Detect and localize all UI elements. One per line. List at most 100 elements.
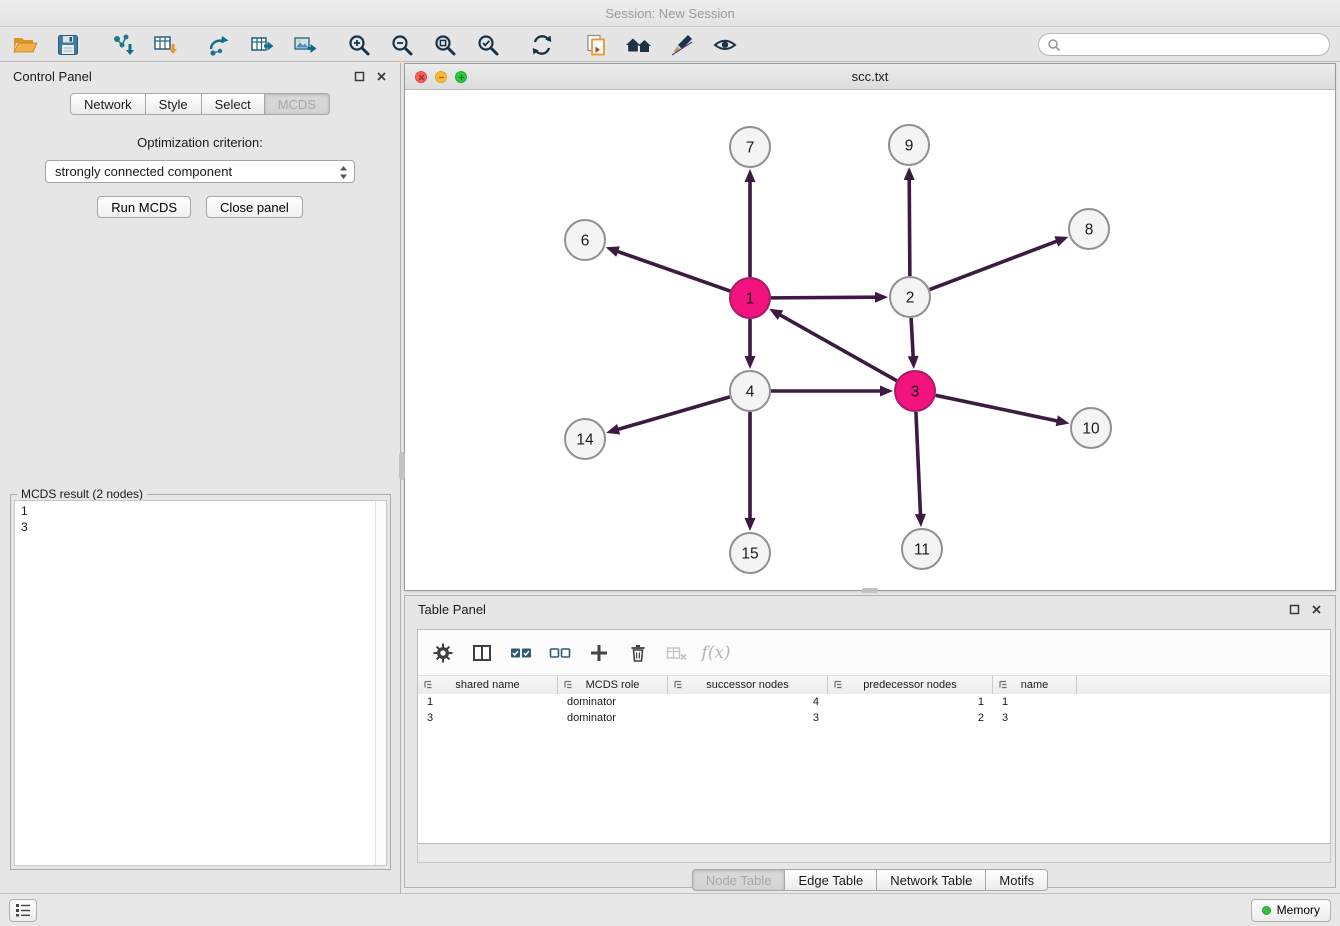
criterion-dropdown[interactable]: strongly connected component: [45, 160, 355, 183]
control-tab-select[interactable]: Select: [202, 93, 265, 115]
result-scrollbar[interactable]: [375, 501, 386, 865]
table-tab-edge-table[interactable]: Edge Table: [785, 869, 877, 891]
column-options-icon[interactable]: [673, 679, 684, 690]
home-button[interactable]: [624, 31, 654, 59]
minimize-window-icon[interactable]: [435, 71, 447, 83]
export-table-button[interactable]: [247, 31, 277, 59]
network-graph[interactable]: 7 9 6 8 1 2 4 3 14 10 15 11: [405, 91, 1335, 592]
toolbar-search-box[interactable]: [1038, 33, 1330, 56]
zoom-window-icon[interactable]: [455, 71, 467, 83]
table-cell[interactable]: 1: [828, 696, 993, 708]
table-tab-motifs[interactable]: Motifs: [986, 869, 1048, 891]
graph-edge-3-11[interactable]: [916, 412, 921, 516]
import-table-button[interactable]: [150, 31, 180, 59]
table-tab-node-table[interactable]: Node Table: [692, 869, 786, 891]
graph-node-7[interactable]: 7: [730, 127, 770, 167]
apply-style-button[interactable]: [667, 31, 697, 59]
graph-node-6[interactable]: 6: [565, 220, 605, 260]
graph-edge-4-14[interactable]: [617, 397, 730, 430]
float-table-panel-icon[interactable]: [1289, 604, 1300, 615]
delete-column-button[interactable]: [625, 640, 651, 666]
control-tab-mcds[interactable]: MCDS: [265, 93, 330, 115]
zoom-out-button[interactable]: [387, 31, 417, 59]
control-tab-style[interactable]: Style: [146, 93, 202, 115]
home-icon: [625, 32, 653, 58]
svg-text:15: 15: [741, 546, 758, 563]
select-all-rows-button[interactable]: [508, 640, 534, 666]
table-settings-button[interactable]: [430, 640, 456, 666]
graph-edge-2-8[interactable]: [930, 241, 1059, 290]
graph-node-10[interactable]: 10: [1071, 408, 1111, 448]
zoom-selected-button[interactable]: [473, 31, 503, 59]
close-window-icon[interactable]: [415, 71, 427, 83]
graph-node-15[interactable]: 15: [730, 533, 770, 573]
split-table-button[interactable]: [469, 640, 495, 666]
add-column-button[interactable]: [586, 640, 612, 666]
table-cell[interactable]: 1: [418, 696, 558, 708]
task-history-button[interactable]: [9, 899, 37, 922]
deselect-all-rows-button[interactable]: [547, 640, 573, 666]
export-image-button[interactable]: [290, 31, 320, 59]
column-options-icon[interactable]: [423, 679, 434, 690]
show-graphics-details-button[interactable]: [710, 31, 740, 59]
clone-network-button[interactable]: [581, 31, 611, 59]
column-header-name[interactable]: name: [993, 676, 1077, 694]
table-cell[interactable]: 1: [993, 696, 1077, 708]
svg-text:6: 6: [581, 233, 590, 250]
graph-edge-2-9[interactable]: [909, 178, 910, 276]
close-panel-icon[interactable]: [376, 71, 387, 82]
table-cell[interactable]: 3: [993, 712, 1077, 724]
search-input[interactable]: [1066, 38, 1321, 52]
graph-node-8[interactable]: 8: [1069, 209, 1109, 249]
table-cell[interactable]: dominator: [558, 712, 668, 724]
close-panel-button[interactable]: Close panel: [206, 196, 303, 218]
column-header-shared-name[interactable]: shared name: [418, 676, 558, 694]
export-table-icon: [249, 32, 275, 58]
table-cell[interactable]: 2: [828, 712, 993, 724]
table-cell[interactable]: 3: [668, 712, 828, 724]
table-tab-network-table[interactable]: Network Table: [877, 869, 986, 891]
table-row[interactable]: 1dominator411: [418, 694, 1330, 710]
column-header-successor-nodes[interactable]: successor nodes: [668, 676, 828, 694]
mcds-result-area[interactable]: 13: [14, 500, 387, 866]
memory-button[interactable]: Memory: [1251, 899, 1331, 922]
column-options-icon[interactable]: [563, 679, 574, 690]
column-header-MCDS-role[interactable]: MCDS role: [558, 676, 668, 694]
panel-splitter-handle[interactable]: [399, 452, 405, 480]
column-options-icon[interactable]: [998, 679, 1009, 690]
graph-edge-3-1[interactable]: [779, 314, 897, 380]
zoom-in-button[interactable]: [344, 31, 374, 59]
graph-node-2[interactable]: 2: [890, 277, 930, 317]
table-row[interactable]: 3dominator323: [418, 710, 1330, 726]
import-network-button[interactable]: [107, 31, 137, 59]
save-session-button[interactable]: [53, 31, 83, 59]
table-cell[interactable]: 3: [418, 712, 558, 724]
refresh-layout-button[interactable]: [527, 31, 557, 59]
graph-edge-1-2[interactable]: [771, 297, 877, 298]
table-cell[interactable]: 4: [668, 696, 828, 708]
table-splitter-handle[interactable]: [862, 588, 878, 593]
run-mcds-button[interactable]: Run MCDS: [97, 196, 191, 218]
graph-node-14[interactable]: 14: [565, 419, 605, 459]
column-options-icon[interactable]: [833, 679, 844, 690]
graph-edge-2-3[interactable]: [911, 318, 913, 358]
control-tab-network[interactable]: Network: [70, 93, 146, 115]
network-graph-canvas[interactable]: 7 9 6 8 1 2 4 3 14 10 15 11: [405, 91, 1335, 590]
column-header-predecessor-nodes[interactable]: predecessor nodes: [828, 676, 993, 694]
graph-node-1[interactable]: 1: [730, 278, 770, 318]
graph-edge-3-10[interactable]: [936, 395, 1059, 421]
open-session-button[interactable]: [10, 31, 40, 59]
table-horizontal-scrollbar[interactable]: [417, 845, 1331, 863]
graph-edge-1-6[interactable]: [616, 251, 730, 291]
zoom-fit-button[interactable]: [430, 31, 460, 59]
graph-node-9[interactable]: 9: [889, 125, 929, 165]
network-window-titlebar[interactable]: scc.txt: [405, 64, 1335, 90]
table-cell[interactable]: dominator: [558, 696, 668, 708]
window-titlebar: Session: New Session: [0, 0, 1340, 27]
float-panel-icon[interactable]: [354, 71, 365, 82]
graph-node-3[interactable]: 3: [895, 371, 935, 411]
graph-node-4[interactable]: 4: [730, 371, 770, 411]
close-table-panel-icon[interactable]: [1311, 604, 1322, 615]
new-network-button[interactable]: [204, 31, 234, 59]
graph-node-11[interactable]: 11: [902, 529, 942, 569]
